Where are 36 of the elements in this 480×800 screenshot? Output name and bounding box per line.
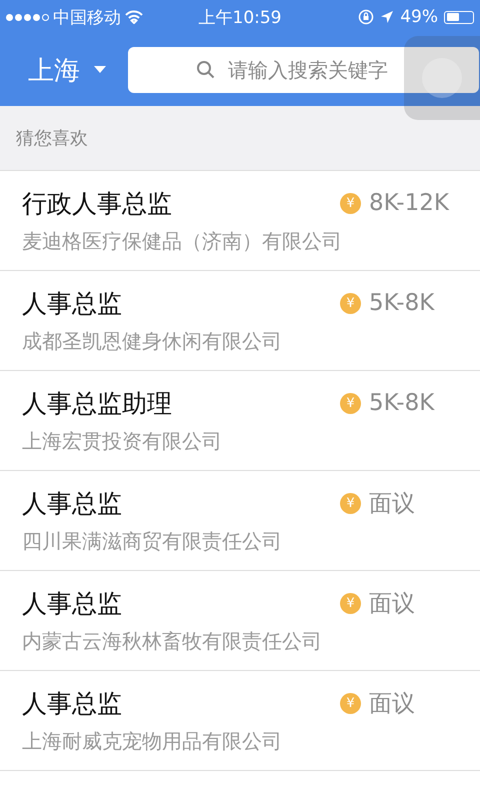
- salary-text: 8K-12K: [369, 190, 449, 216]
- status-time: 上午10:59: [198, 8, 282, 28]
- job-title: 人事总监: [22, 588, 122, 620]
- job-list-item[interactable]: 人事总监 ¥ 面议 四川果满滋商贸有限责任公司: [0, 471, 480, 571]
- job-title: 人事总监: [22, 288, 122, 320]
- salary-icon: ¥: [340, 292, 361, 314]
- job-list-item[interactable]: 人事总监 ¥ 5K-8K 成都圣凯恩健身休闲有限公司: [0, 271, 480, 371]
- job-title: 人事总监助理: [22, 388, 172, 420]
- company-name: 内蒙古云海秋林畜牧有限责任公司: [22, 628, 323, 654]
- job-title: 行政人事总监: [22, 188, 172, 220]
- job-title: 人事总监: [22, 688, 122, 720]
- job-title: 人事总监: [22, 488, 122, 520]
- section-title: 猜您喜欢: [16, 127, 88, 150]
- salary-icon: ¥: [340, 192, 361, 214]
- carrier-name: 中国移动: [53, 6, 121, 28]
- salary-text: 面议: [369, 690, 415, 718]
- job-list-item[interactable]: 行政人事总监 ¥ 8K-12K 麦迪格医疗保健品（济南）有限公司: [0, 171, 480, 271]
- salary-icon: ¥: [340, 392, 361, 414]
- job-list-item[interactable]: 人事总监 ¥ 面议 上海耐威克宠物用品有限公司: [0, 671, 480, 771]
- job-list-item[interactable]: 人事总监 ¥ 面议 内蒙古云海秋林畜牧有限责任公司: [0, 571, 480, 671]
- search-field[interactable]: 请输入搜索关键字: [128, 47, 479, 93]
- company-name: 麦迪格医疗保健品（济南）有限公司: [22, 228, 343, 254]
- battery-percent: 49%: [400, 7, 438, 27]
- salary-text: 5K-8K: [369, 390, 434, 416]
- company-name: 四川果满滋商贸有限责任公司: [22, 528, 283, 554]
- city-selector[interactable]: 上海: [28, 52, 106, 88]
- salary-icon: ¥: [340, 492, 361, 514]
- salary-text: 面议: [369, 490, 415, 518]
- salary-icon: ¥: [340, 592, 361, 614]
- company-name: 上海耐威克宠物用品有限公司: [22, 728, 283, 754]
- company-name: 成都圣凯恩健身休闲有限公司: [22, 328, 283, 354]
- salary-text: 面议: [369, 590, 415, 618]
- job-list-item[interactable]: 人事总监助理 ¥ 5K-8K 上海宏贯投资有限公司: [0, 371, 480, 471]
- company-name: 上海宏贯投资有限公司: [22, 428, 223, 454]
- salary-icon: ¥: [340, 692, 361, 714]
- salary-text: 5K-8K: [369, 290, 434, 316]
